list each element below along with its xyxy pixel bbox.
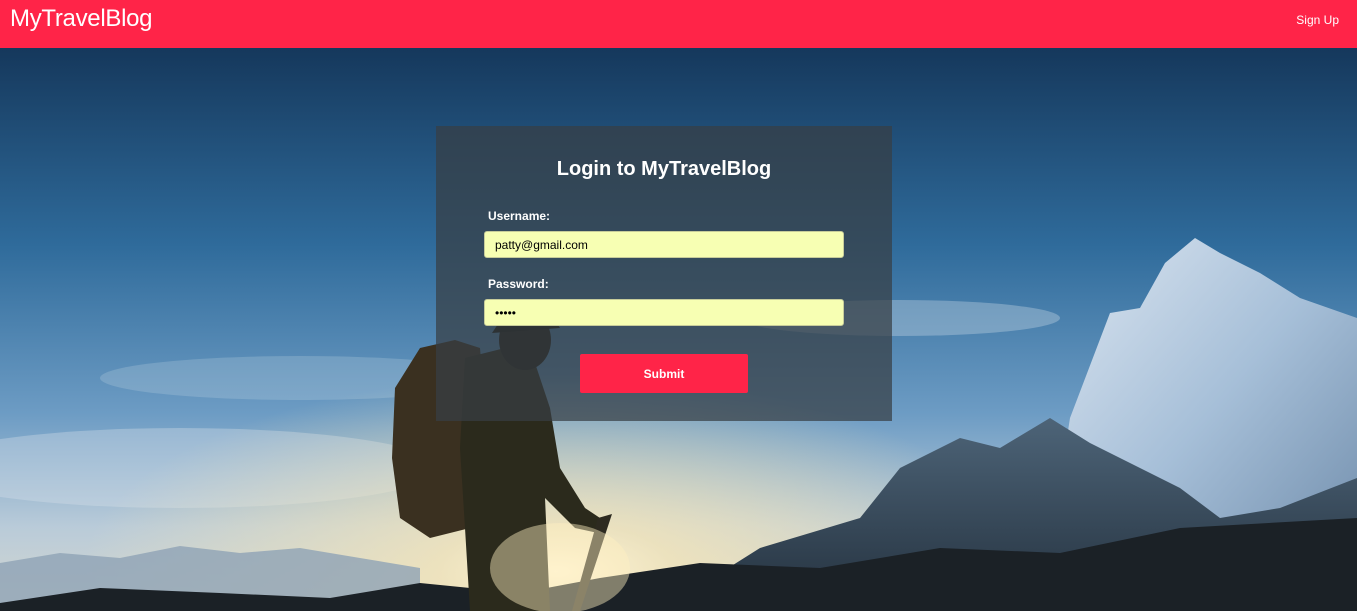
top-navbar: MyTravelBlog Sign Up [0, 0, 1357, 48]
username-input[interactable] [484, 231, 844, 258]
submit-button[interactable]: Submit [580, 354, 748, 393]
brand-logo-link[interactable]: MyTravelBlog [10, 5, 153, 33]
password-input[interactable] [484, 299, 844, 326]
signup-link[interactable]: Sign Up [1296, 13, 1339, 27]
password-label: Password: [488, 277, 549, 291]
username-label: Username: [488, 209, 551, 223]
login-panel: Login to MyTravelBlog Username: Password… [436, 126, 892, 421]
login-title: Login to MyTravelBlog [556, 158, 772, 180]
